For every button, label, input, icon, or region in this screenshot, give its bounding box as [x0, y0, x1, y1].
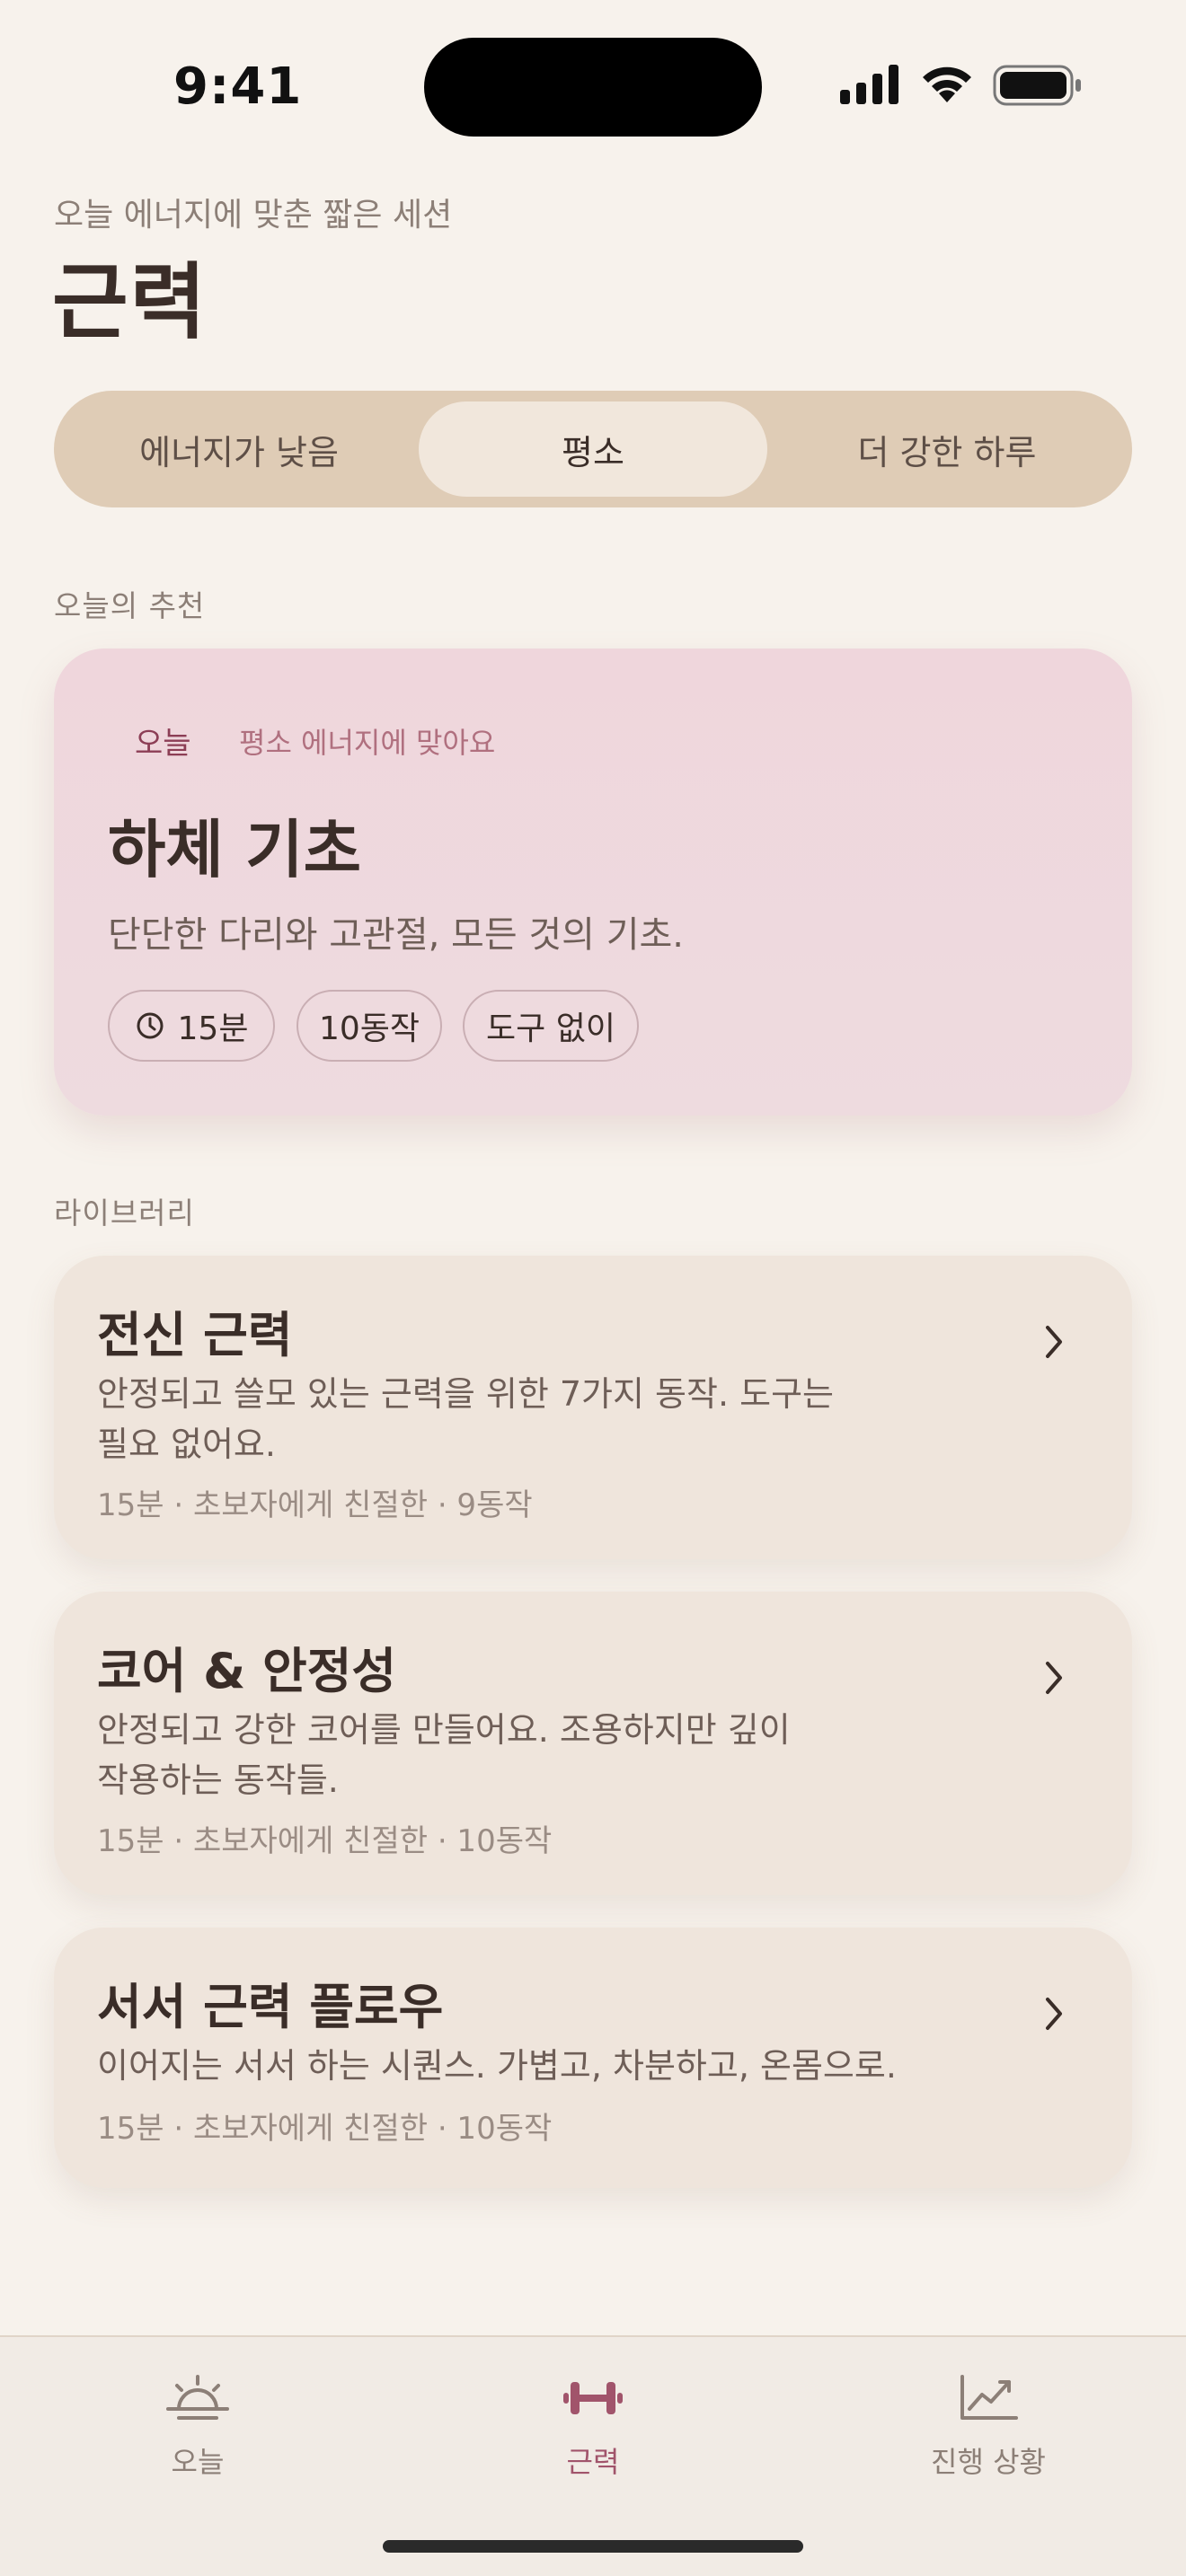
cellular-signal-icon — [840, 65, 898, 104]
library-item[interactable]: 전신 근력 안정되고 쓸모 있는 근력을 위한 7가지 동작. 도구는 필요 없… — [54, 1256, 1132, 1559]
description-line: 안정되고 쓸모 있는 근력을 위한 7가지 동작. 도구는 — [97, 1374, 835, 1414]
duration-pill: 15분 — [108, 990, 275, 1062]
description-line: 안정되고 강한 코어를 만들어요. 조용하지만 깊이 — [97, 1710, 791, 1750]
library-item-title: 코어 & 안정성 — [97, 1643, 397, 1699]
equipment-pill: 도구 없이 — [463, 990, 639, 1062]
chart-line-icon — [960, 2375, 1018, 2420]
featured-title: 하체 기초 — [108, 813, 361, 887]
description-line: 이어지는 서서 하는 시퀀스. 가볍고, 차분하고, 온몸으로. — [97, 2046, 897, 2086]
duration-pill-label: 15분 — [177, 1010, 249, 1047]
featured-tag-note: 평소 에너지에 맞아요 — [239, 726, 496, 760]
chevron-right-icon — [1046, 1662, 1062, 1694]
library-item-description: 안정되고 쓸모 있는 근력을 위한 7가지 동작. 도구는 필요 없어요. — [97, 1369, 870, 1469]
dumbbell-icon — [563, 2382, 623, 2414]
tab-progress[interactable]: 진행 상황 — [854, 2373, 1123, 2481]
library-item-description: 안정되고 강한 코어를 만들어요. 조용하지만 깊이 작용하는 동작들. — [97, 1705, 870, 1805]
energy-segmented-control: 에너지가 낮음 평소 더 강한 하루 — [54, 391, 1132, 507]
library-item-meta: 15분 · 초보자에게 친절한 · 10동작 — [97, 2111, 553, 2147]
featured-tag: 오늘 — [135, 726, 191, 762]
library-item-meta: 15분 · 초보자에게 친절한 · 9동작 — [97, 1487, 533, 1523]
tab-progress-label: 진행 상황 — [931, 2445, 1046, 2479]
library-item-description: 이어지는 서서 하는 시퀀스. 가볍고, 차분하고, 온몸으로. — [97, 2041, 996, 2091]
page-title: 근력 — [52, 254, 208, 350]
chevron-right-icon — [1046, 1998, 1062, 2030]
library-section-label: 라이브러리 — [54, 1195, 195, 1231]
library-item-title: 전신 근력 — [97, 1307, 293, 1363]
energy-option-low[interactable]: 에너지가 낮음 — [65, 401, 413, 497]
sunrise-icon — [166, 2375, 229, 2420]
tab-today[interactable]: 오늘 — [63, 2373, 332, 2481]
status-time: 9:41 — [173, 57, 303, 116]
screen: 9:41 오늘 에너지에 맞춘 짧은 세션 근력 에너지가 낮음 평소 더 강한… — [0, 0, 1186, 2576]
library-item-title: 서서 근력 플로우 — [97, 1979, 444, 2035]
library-item-meta: 15분 · 초보자에게 친절한 · 10동작 — [97, 1823, 553, 1859]
energy-option-normal[interactable]: 평소 — [419, 401, 767, 497]
featured-description: 단단한 다리와 고관절, 모든 것의 기초. — [108, 914, 685, 956]
wifi-icon — [923, 66, 971, 102]
page-subtitle: 오늘 에너지에 맞춘 짧은 세션 — [54, 197, 453, 234]
description-line: 필요 없어요. — [97, 1425, 276, 1464]
description-line: 작용하는 동작들. — [97, 1760, 339, 1800]
featured-workout-card[interactable]: 오늘 평소 에너지에 맞아요 하체 기초 단단한 다리와 고관절, 모든 것의 … — [54, 648, 1132, 1116]
home-indicator[interactable] — [383, 2540, 803, 2553]
library-item[interactable]: 코어 & 안정성 안정되고 강한 코어를 만들어요. 조용하지만 깊이 작용하는… — [54, 1592, 1132, 1895]
battery-icon — [993, 65, 1081, 106]
recommendation-section-label: 오늘의 추천 — [54, 588, 206, 623]
chevron-right-icon — [1046, 1326, 1062, 1358]
clock-icon — [137, 1012, 164, 1039]
tab-strength[interactable]: 근력 — [458, 2373, 728, 2481]
tab-strength-label: 근력 — [566, 2445, 620, 2479]
moves-pill: 10동작 — [296, 990, 442, 1062]
library-item[interactable]: 서서 근력 플로우 이어지는 서서 하는 시퀀스. 가볍고, 차분하고, 온몸으… — [54, 1928, 1132, 2188]
dynamic-island — [424, 38, 762, 137]
energy-option-strong[interactable]: 더 강한 하루 — [773, 401, 1121, 497]
tab-today-label: 오늘 — [171, 2445, 225, 2479]
